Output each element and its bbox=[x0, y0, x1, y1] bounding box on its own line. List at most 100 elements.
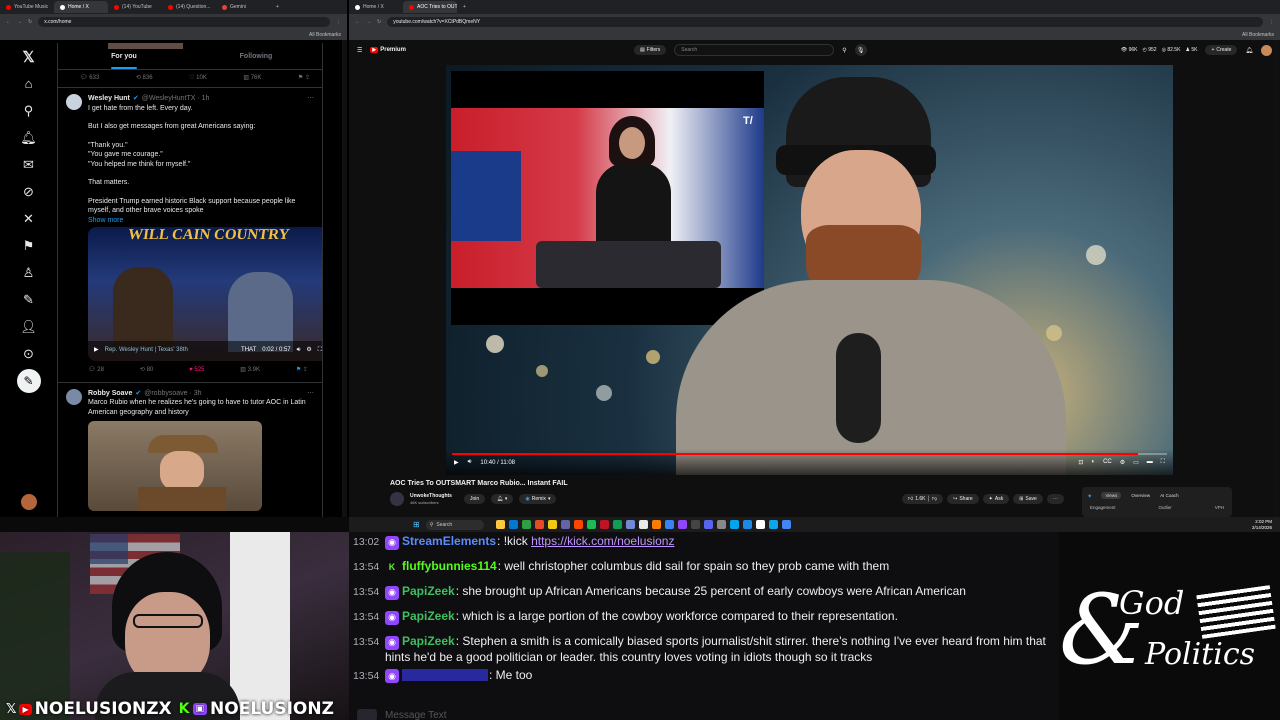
like-button[interactable]: 👍︎ 1.6K │ 👎︎ bbox=[902, 494, 944, 504]
play-icon[interactable]: ▶ bbox=[454, 459, 459, 466]
play-icon[interactable]: ▶ bbox=[94, 346, 99, 356]
taskbar-app-icon[interactable] bbox=[781, 520, 791, 529]
browser-tab[interactable]: Gemini bbox=[216, 1, 270, 13]
fullscreen-icon[interactable]: ⛶ bbox=[318, 346, 322, 356]
profile-icon[interactable]: 👤︎ bbox=[0, 313, 57, 340]
avatar[interactable] bbox=[66, 94, 82, 110]
tweet-video[interactable]: WILL CAIN COUNTRY ▶ Rep. Wesley Hunt | T… bbox=[88, 227, 322, 361]
taskbar-app-icon[interactable] bbox=[521, 520, 531, 529]
taskbar-app-icon[interactable] bbox=[586, 520, 596, 529]
taskbar-app-icon[interactable] bbox=[508, 520, 518, 529]
jobs-icon[interactable]: ♙ bbox=[0, 259, 57, 286]
avatar[interactable] bbox=[66, 388, 82, 405]
taskbar-app-icon[interactable] bbox=[755, 520, 765, 529]
taskbar-app-icon[interactable] bbox=[690, 520, 700, 529]
more-icon[interactable]: ⊙ bbox=[0, 340, 57, 367]
subtitles-icon[interactable]: ⊡ bbox=[1078, 459, 1083, 466]
miniplayer-icon[interactable]: ▭ bbox=[1133, 459, 1139, 466]
repost-button[interactable]: ⟲ 80 bbox=[140, 366, 153, 376]
analytics-tab[interactable]: Overview bbox=[1131, 493, 1150, 498]
chat-username[interactable]: PapiZeek bbox=[402, 634, 455, 648]
more-actions-button[interactable]: ⋯ bbox=[1046, 494, 1064, 504]
ask-button[interactable]: ✦ Ask bbox=[982, 494, 1010, 504]
reply-button[interactable]: 💬︎ 633 bbox=[80, 74, 99, 81]
taskbar-app-icon[interactable] bbox=[612, 520, 622, 529]
channel-name[interactable]: UnwokeThoughts bbox=[410, 493, 452, 499]
taskbar-app-icon[interactable] bbox=[599, 520, 609, 529]
views-button[interactable]: ▥ 3.9K bbox=[240, 366, 260, 376]
more-options-icon[interactable]: ⋯ bbox=[307, 94, 314, 104]
grok-icon[interactable]: ⊘ bbox=[0, 178, 57, 205]
progress-track[interactable] bbox=[452, 453, 1167, 455]
tab-following[interactable]: Following bbox=[190, 43, 322, 69]
hamburger-icon[interactable]: ☰ bbox=[357, 47, 362, 54]
right-scrollbar[interactable] bbox=[1274, 40, 1279, 517]
menu-icon[interactable]: ⋮ bbox=[1269, 19, 1274, 25]
chat-input[interactable]: Message Text bbox=[357, 708, 447, 720]
chat-username[interactable]: PapiZeek bbox=[402, 609, 455, 623]
browser-tab[interactable]: Home / X bbox=[54, 1, 108, 13]
reload-icon[interactable]: ↻ bbox=[377, 19, 381, 25]
tweet-wesley-hunt[interactable]: Wesley Hunt ✔ @WesleyHuntTX · 1h ⋯ I get… bbox=[58, 88, 322, 383]
reply-button[interactable]: 💬︎ 28 bbox=[88, 366, 104, 376]
join-button[interactable]: Join bbox=[463, 494, 486, 504]
taskbar-app-icon[interactable] bbox=[625, 520, 635, 529]
youtube-logo[interactable]: ▶ Premium bbox=[370, 47, 406, 53]
chat-link[interactable]: https://kick.com/noelusionz bbox=[531, 534, 674, 548]
tweet-image[interactable] bbox=[88, 421, 262, 511]
back-icon[interactable]: ← bbox=[355, 19, 360, 25]
chat-username[interactable]: PapiZeek bbox=[402, 584, 455, 598]
filters-button[interactable]: ▤ Filters bbox=[633, 45, 667, 55]
x-logo-icon[interactable]: 𝕏 bbox=[0, 43, 57, 70]
channel-avatar[interactable] bbox=[390, 492, 404, 506]
back-icon[interactable]: ← bbox=[6, 19, 11, 25]
taskbar-app-icon[interactable] bbox=[547, 520, 557, 529]
like-button[interactable]: ♥ 525 bbox=[189, 366, 204, 376]
create-button[interactable]: + Create bbox=[1205, 45, 1238, 55]
taskbar-app-icon[interactable] bbox=[651, 520, 661, 529]
account-avatar[interactable] bbox=[0, 488, 57, 515]
volume-icon[interactable]: 🔊︎ bbox=[468, 459, 472, 466]
more-options-icon[interactable]: ⋯ bbox=[307, 389, 314, 399]
taskbar-app-icon[interactable] bbox=[560, 520, 570, 529]
autoplay-toggle[interactable]: ◐ bbox=[1091, 459, 1095, 466]
bookmark-icon[interactable]: ⚑ ⇪ bbox=[298, 74, 310, 81]
settings-icon[interactable]: ⚙ bbox=[306, 346, 311, 356]
all-bookmarks-link[interactable]: All Bookmarks bbox=[309, 32, 341, 38]
like-button[interactable]: ♡ 10K bbox=[189, 74, 207, 81]
account-avatar[interactable] bbox=[1261, 44, 1272, 56]
taskbar-app-icon[interactable] bbox=[664, 520, 674, 529]
taskbar-app-icon[interactable] bbox=[638, 520, 648, 529]
all-bookmarks-link[interactable]: All Bookmarks bbox=[1242, 32, 1274, 38]
views-button[interactable]: ▥ 76K bbox=[243, 74, 261, 81]
taskbar-app-icon[interactable] bbox=[677, 520, 687, 529]
share-button[interactable]: ↪ Share bbox=[947, 494, 979, 504]
forward-icon[interactable]: → bbox=[17, 19, 22, 25]
reload-icon[interactable]: ↻ bbox=[28, 19, 32, 25]
taskbar-app-icon[interactable] bbox=[495, 520, 505, 529]
mic-icon[interactable]: 🎙︎ bbox=[854, 44, 867, 56]
search-icon[interactable]: ⚲ bbox=[842, 47, 846, 54]
browser-tab[interactable]: AOC Tries to OUTSMART Marc... bbox=[403, 1, 457, 13]
save-button[interactable]: ⊞ Save bbox=[1013, 494, 1043, 504]
fullscreen-icon[interactable]: ⛶ bbox=[1161, 459, 1165, 466]
notifications-icon[interactable]: 🔔︎ bbox=[0, 124, 57, 151]
browser-tab[interactable]: Home / X bbox=[349, 1, 403, 13]
extensions-icon[interactable]: ⋮ bbox=[336, 19, 341, 25]
repost-button[interactable]: ⟲ 836 bbox=[136, 74, 153, 81]
taskbar-app-icon[interactable] bbox=[729, 520, 739, 529]
theater-icon[interactable]: ▬ bbox=[1147, 459, 1153, 466]
communities-icon[interactable]: ✎ bbox=[0, 286, 57, 313]
analytics-tab[interactable]: AI Coach bbox=[1160, 493, 1179, 498]
taskbar-app-icon[interactable] bbox=[742, 520, 752, 529]
browser-tab[interactable]: (14) Question... bbox=[162, 1, 216, 13]
browser-tab[interactable]: YouTube Music bbox=[0, 1, 54, 13]
analytics-tab[interactable]: Views bbox=[1101, 492, 1122, 499]
new-tab-icon[interactable]: + bbox=[276, 4, 279, 10]
post-button[interactable]: ✎ bbox=[0, 367, 57, 394]
taskbar-app-icon[interactable] bbox=[703, 520, 713, 529]
bookmarks-icon[interactable]: ⚑ bbox=[0, 232, 57, 259]
taskbar-app-icon[interactable] bbox=[534, 520, 544, 529]
chat-username[interactable]: StreamElements bbox=[402, 534, 496, 548]
new-tab-icon[interactable]: + bbox=[463, 4, 466, 10]
